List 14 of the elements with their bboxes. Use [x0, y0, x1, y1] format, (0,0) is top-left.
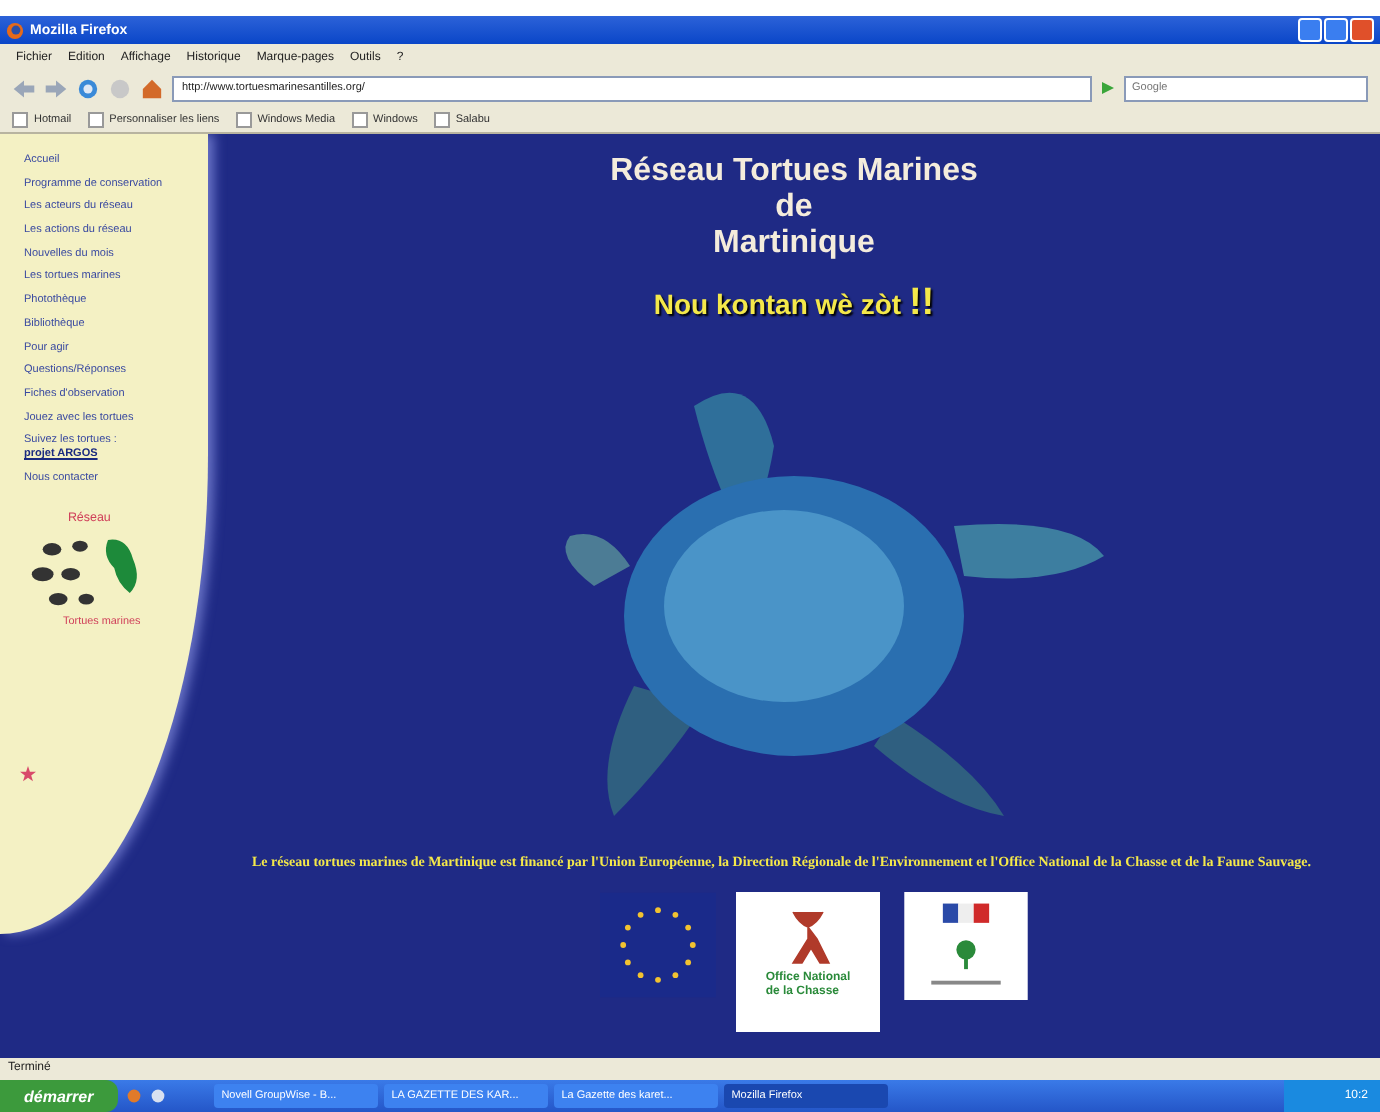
government-logo — [904, 892, 1028, 1000]
tagline: Nou kontan wè zòt !! — [653, 282, 935, 326]
reload-icon[interactable] — [76, 77, 100, 99]
home-icon[interactable] — [140, 77, 164, 99]
forward-arrow-icon[interactable] — [44, 77, 68, 99]
firefox-icon — [6, 21, 24, 39]
start-button[interactable]: démarrer — [0, 1080, 118, 1112]
minimize-button[interactable] — [1298, 18, 1322, 42]
back-arrow-icon[interactable] — [12, 77, 36, 99]
site-title: Réseau Tortues Marines de Martinique — [610, 154, 978, 262]
star-icon — [20, 766, 36, 782]
go-icon[interactable] — [1100, 80, 1116, 96]
close-button[interactable] — [1350, 18, 1374, 42]
maximize-button[interactable] — [1324, 18, 1348, 42]
